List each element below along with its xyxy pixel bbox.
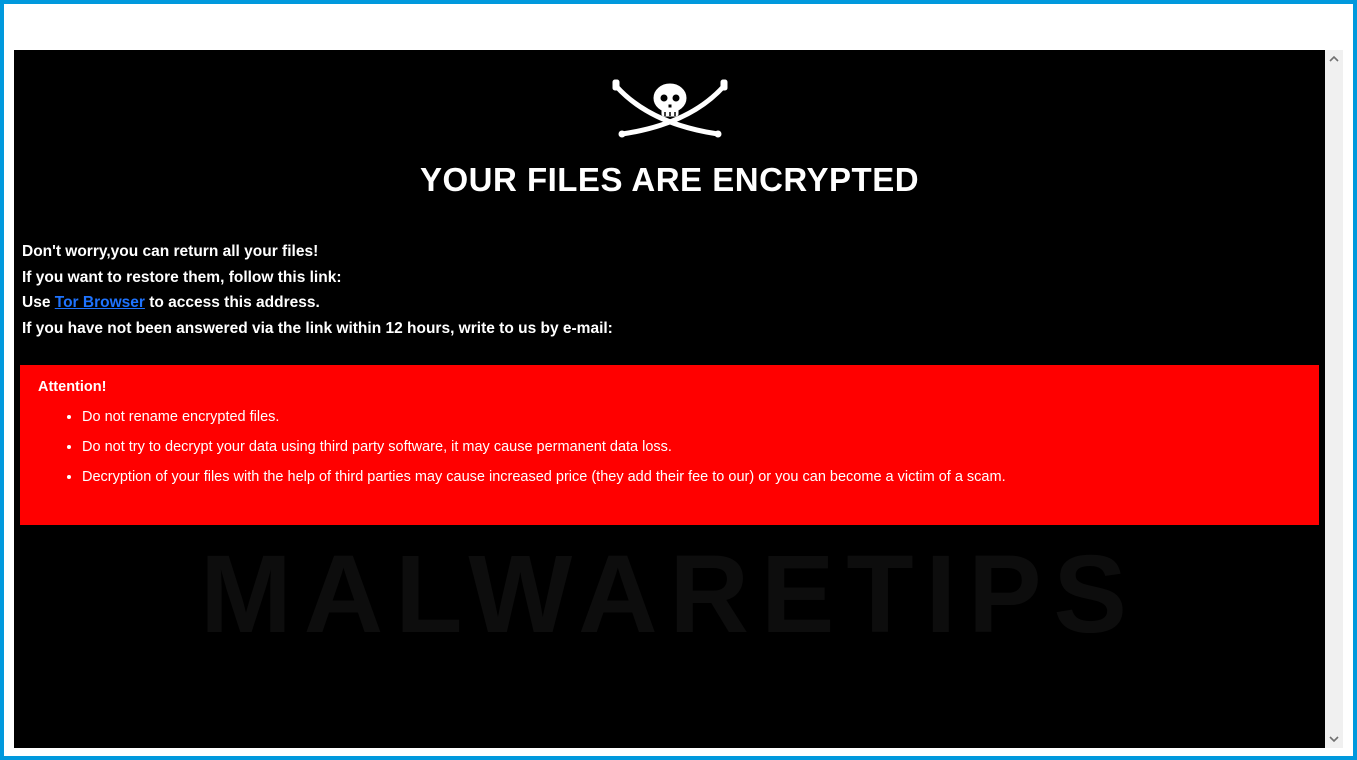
ransom-note: MALWARETIPS (14, 50, 1325, 748)
scroll-up-button[interactable] (1325, 50, 1343, 68)
window-titlebar (4, 4, 1353, 50)
attention-list: Do not rename encrypted files. Do not tr… (38, 407, 1301, 488)
message-body: Don't worry,you can return all your file… (20, 239, 1319, 341)
message-line-3: Use Tor Browser to access this address. (22, 290, 1319, 316)
vertical-scrollbar[interactable] (1325, 50, 1343, 748)
attention-item: Do not try to decrypt your data using th… (82, 437, 1301, 459)
message-line-3b: to access this address. (145, 294, 320, 311)
content-wrapper: MALWARETIPS (14, 50, 1343, 748)
scroll-down-button[interactable] (1325, 730, 1343, 748)
tor-browser-link[interactable]: Tor Browser (55, 294, 145, 311)
skull-swords-icon (610, 72, 730, 147)
message-line-1: Don't worry,you can return all your file… (22, 239, 1319, 265)
attention-item: Do not rename encrypted files. (82, 407, 1301, 429)
attention-box: Attention! Do not rename encrypted files… (20, 365, 1319, 524)
skull-wrapper (20, 72, 1319, 147)
message-line-3a: Use (22, 294, 55, 311)
watermark-text: MALWARETIPS (14, 531, 1325, 658)
attention-heading: Attention! (38, 379, 1301, 395)
attention-item: Decryption of your files with the help o… (82, 467, 1301, 489)
window-frame: MALWARETIPS (4, 4, 1353, 756)
message-line-2: If you want to restore them, follow this… (22, 265, 1319, 291)
main-heading: YOUR FILES ARE ENCRYPTED (20, 161, 1319, 199)
message-line-4: If you have not been answered via the li… (22, 316, 1319, 342)
